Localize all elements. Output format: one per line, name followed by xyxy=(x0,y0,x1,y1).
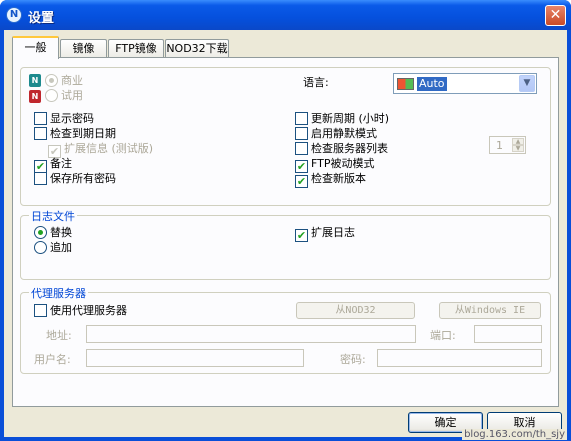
radio-commercial[interactable]: 商业 xyxy=(45,74,83,88)
checkbox-silent-mode-label: 启用静默模式 xyxy=(311,127,377,140)
checkbox-notes[interactable]: ✔ 备注 xyxy=(34,157,72,173)
stepper-up-icon[interactable]: ▲ xyxy=(512,138,524,145)
checkbox-notes-label: 备注 xyxy=(50,157,72,170)
from-windows-ie-button[interactable]: 从Windows IE xyxy=(439,302,541,319)
checkbox-save-passwords-box[interactable] xyxy=(34,172,47,185)
checkbox-show-password-label: 显示密码 xyxy=(50,112,94,125)
checkbox-check-expiry-label: 检查到期日期 xyxy=(50,127,116,140)
window-title: 设置 xyxy=(28,11,55,26)
general-group: N N 商业 试用 语言: Auto ▼ 显示密码 检查到期日期 ✔ 扩展信息 … xyxy=(20,67,551,206)
stepper-down-icon[interactable]: ▼ xyxy=(512,145,524,152)
watermark-text: blog.163.com/th_sjy xyxy=(462,429,567,440)
password-label: 密码: xyxy=(340,353,366,366)
checkbox-check-server-list[interactable]: 检查服务器列表 xyxy=(295,142,388,156)
radio-replace-label: 替换 xyxy=(50,226,72,239)
checkbox-silent-mode[interactable]: 启用静默模式 xyxy=(295,127,377,141)
port-input[interactable] xyxy=(474,325,542,343)
radio-commercial-label: 商业 xyxy=(61,74,83,87)
checkbox-silent-mode-box[interactable] xyxy=(295,127,308,140)
log-file-group: 日志文件 替换 追加 ✔ 扩展日志 xyxy=(20,208,551,280)
checkbox-check-new-version[interactable]: ✔ 检查新版本 xyxy=(295,172,366,188)
address-label: 地址: xyxy=(46,329,72,342)
proxy-group: 代理服务器 使用代理服务器 从NOD32 从Windows IE 地址: 端口:… xyxy=(20,285,551,374)
checkbox-save-passwords-label: 保存所有密码 xyxy=(50,172,116,185)
settings-window: N 设置 ✕ 一般 镜像 FTP镜像 NOD32下载 N N 商业 试用 语言: xyxy=(0,0,571,441)
checkbox-show-password-box[interactable] xyxy=(34,112,47,125)
tab-nod32-download[interactable]: NOD32下载 xyxy=(165,39,229,58)
checkbox-extended-log-box[interactable]: ✔ xyxy=(295,229,308,242)
trial-license-icon: N xyxy=(29,90,41,103)
address-input[interactable] xyxy=(86,325,416,343)
tab-panel-general: N N 商业 试用 语言: Auto ▼ 显示密码 检查到期日期 ✔ 扩展信息 … xyxy=(12,57,559,407)
tab-mirror[interactable]: 镜像 xyxy=(60,39,107,58)
checkbox-ftp-passive[interactable]: ✔ FTP被动模式 xyxy=(295,157,375,173)
checkbox-update-period-box[interactable] xyxy=(295,112,308,125)
radio-trial-label: 试用 xyxy=(61,89,83,102)
tab-ftp-mirror[interactable]: FTP镜像 xyxy=(108,39,164,58)
checkbox-extended-info[interactable]: ✔ 扩展信息 (测试版) xyxy=(48,142,154,158)
language-select[interactable]: Auto ▼ xyxy=(393,73,537,94)
checkbox-extended-log[interactable]: ✔ 扩展日志 xyxy=(295,226,355,242)
stepper-buttons: ▲ ▼ xyxy=(512,138,524,152)
tab-general[interactable]: 一般 xyxy=(12,36,59,59)
checkbox-check-server-list-box[interactable] xyxy=(295,142,308,155)
checkbox-check-new-version-box[interactable]: ✔ xyxy=(295,175,308,188)
radio-trial-button[interactable] xyxy=(45,89,58,102)
log-file-legend: 日志文件 xyxy=(29,208,77,224)
password-input[interactable] xyxy=(377,349,542,367)
update-period-value: 1 xyxy=(496,139,503,152)
checkbox-use-proxy[interactable]: 使用代理服务器 xyxy=(34,304,127,318)
checkbox-use-proxy-box[interactable] xyxy=(34,304,47,317)
radio-append-button[interactable] xyxy=(34,241,47,254)
checkbox-save-passwords[interactable]: 保存所有密码 xyxy=(34,172,116,186)
dialog-client-area: 一般 镜像 FTP镜像 NOD32下载 N N 商业 试用 语言: Auto ▼… xyxy=(4,30,567,437)
title-bar[interactable]: N 设置 ✕ xyxy=(0,0,571,30)
checkbox-use-proxy-label: 使用代理服务器 xyxy=(50,304,127,317)
app-logo-icon: N xyxy=(6,7,22,23)
update-period-stepper[interactable]: 1 ▲ ▼ xyxy=(489,136,526,154)
checkbox-update-period-label: 更新周期 (小时) xyxy=(311,112,390,125)
radio-replace-button[interactable] xyxy=(34,226,47,239)
port-label: 端口: xyxy=(430,329,456,342)
chevron-down-icon[interactable]: ▼ xyxy=(519,75,535,92)
checkbox-update-period[interactable]: 更新周期 (小时) xyxy=(295,112,389,126)
radio-trial[interactable]: 试用 xyxy=(45,89,83,103)
checkbox-ftp-passive-label: FTP被动模式 xyxy=(311,157,375,170)
from-nod32-button[interactable]: 从NOD32 xyxy=(296,302,415,319)
proxy-legend: 代理服务器 xyxy=(29,285,88,301)
commercial-license-icon: N xyxy=(29,74,41,87)
radio-commercial-button[interactable] xyxy=(45,74,58,87)
close-button[interactable]: ✕ xyxy=(545,5,566,26)
radio-replace[interactable]: 替换 xyxy=(34,226,72,240)
checkbox-check-new-version-label: 检查新版本 xyxy=(311,172,366,185)
flag-icon xyxy=(397,78,414,90)
checkbox-extended-info-label: 扩展信息 (测试版) xyxy=(64,142,154,155)
checkbox-show-password[interactable]: 显示密码 xyxy=(34,112,94,126)
username-input[interactable] xyxy=(86,349,304,367)
checkbox-check-expiry[interactable]: 检查到期日期 xyxy=(34,127,116,141)
checkbox-check-expiry-box[interactable] xyxy=(34,127,47,140)
username-label: 用户名: xyxy=(34,353,71,366)
radio-append-label: 追加 xyxy=(50,241,72,254)
checkbox-extended-log-label: 扩展日志 xyxy=(311,226,355,239)
language-select-value: Auto xyxy=(417,77,447,91)
radio-append[interactable]: 追加 xyxy=(34,241,72,255)
language-label: 语言: xyxy=(303,76,329,89)
checkbox-check-server-list-label: 检查服务器列表 xyxy=(311,142,388,155)
